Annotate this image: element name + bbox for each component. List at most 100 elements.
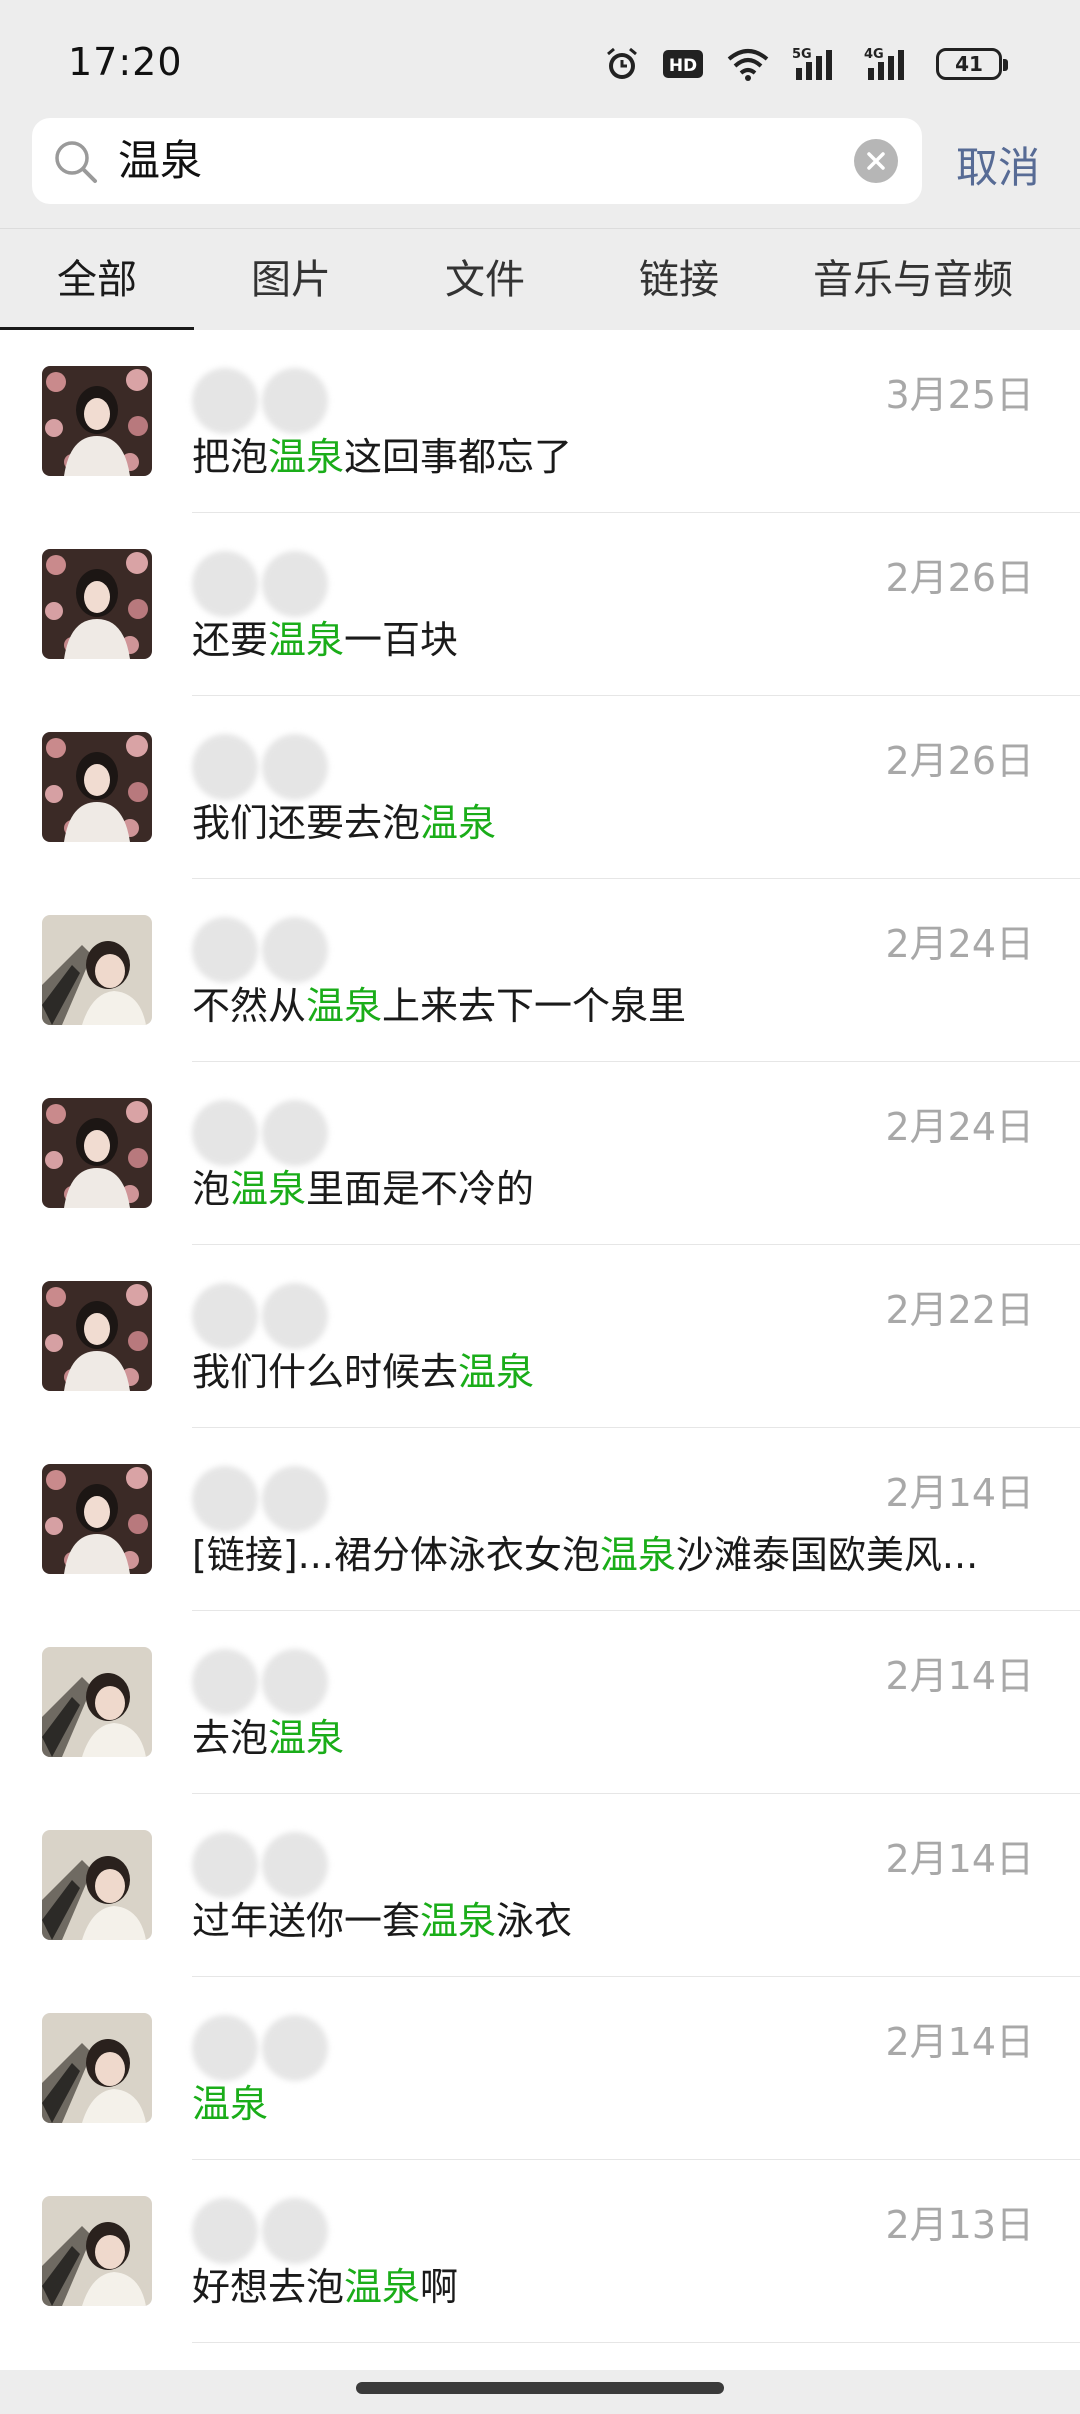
redaction-mark xyxy=(262,917,328,983)
message-text: 上来去下一个泉里 xyxy=(382,984,687,1028)
message-text: 我们什么时候去 xyxy=(192,1350,459,1394)
filter-tabs: 全部 图片 文件 链接 音乐与音频 xyxy=(0,228,1080,331)
keyword-highlight: 温泉 xyxy=(230,1167,307,1211)
tab-music-audio[interactable]: 音乐与音频 xyxy=(776,229,1050,331)
result-row[interactable]: 2月14日 去泡温泉 xyxy=(0,1611,1080,1794)
keyword-highlight: 温泉 xyxy=(420,1899,497,1943)
home-indicator[interactable] xyxy=(356,2382,724,2394)
result-row[interactable]: 2月14日 过年送你一套温泉泳衣 xyxy=(0,1794,1080,1977)
keyword-highlight: 温泉 xyxy=(306,984,383,1028)
tab-all[interactable]: 全部 xyxy=(0,229,194,331)
redaction-mark xyxy=(192,734,258,800)
svg-text:4G: 4G xyxy=(864,47,884,62)
message-text: 不然从 xyxy=(192,984,307,1028)
result-row[interactable]: 2月13日 好想去泡温泉啊 xyxy=(0,2160,1080,2343)
message-text: 里面是不冷的 xyxy=(306,1167,535,1211)
avatar[interactable] xyxy=(42,1830,152,1940)
avatar[interactable] xyxy=(42,732,152,842)
redaction-mark xyxy=(192,2015,258,2081)
result-row[interactable]: 2月22日我们什么时候去温泉 xyxy=(0,1245,1080,1428)
message-text: 还要 xyxy=(192,618,269,662)
result-row[interactable]: 2月26日 还要温泉一百块 xyxy=(0,513,1080,696)
battery-icon: 41 xyxy=(936,48,1008,80)
redaction-mark xyxy=(262,551,328,617)
keyword-highlight: 温泉 xyxy=(268,1716,345,1760)
redaction-mark xyxy=(262,734,328,800)
redaction-mark xyxy=(262,1100,328,1166)
message-text: 啊 xyxy=(420,2265,459,2309)
keyword-highlight: 温泉 xyxy=(599,1533,676,1577)
avatar[interactable] xyxy=(42,2013,152,2123)
search-input[interactable] xyxy=(118,118,838,204)
sender-name-redacted xyxy=(192,1464,552,1532)
signal-5g-icon: 5G xyxy=(792,46,842,82)
result-row[interactable]: 2月14日 温泉 xyxy=(0,1977,1080,2160)
redaction-mark xyxy=(262,2015,328,2081)
message-text: 一百块 xyxy=(344,618,459,662)
message-text: 过年送你一套 xyxy=(192,1899,421,1943)
keyword-highlight: 温泉 xyxy=(344,2265,421,2309)
search-bar: 取消 xyxy=(0,110,1080,228)
clear-search-button[interactable] xyxy=(854,139,898,183)
avatar[interactable] xyxy=(42,1281,152,1391)
battery-level: 41 xyxy=(955,52,983,76)
redaction-mark xyxy=(192,2198,258,2264)
message-date: 2月24日 xyxy=(885,922,1034,966)
sender-name-redacted xyxy=(192,1647,552,1715)
message-text: 泳衣 xyxy=(496,1899,573,1943)
redaction-mark xyxy=(192,1100,258,1166)
message-date: 2月26日 xyxy=(885,739,1034,783)
result-row[interactable]: 2月24日 泡温泉里面是不冷的 xyxy=(0,1062,1080,1245)
redaction-mark xyxy=(192,1832,258,1898)
message-date: 3月25日 xyxy=(885,373,1034,417)
close-icon xyxy=(867,152,885,170)
wifi-icon xyxy=(726,47,770,81)
avatar[interactable] xyxy=(42,366,152,476)
result-row[interactable]: 2月24日不然从温泉上来去下一个泉里 xyxy=(0,879,1080,1062)
message-snippet: 去泡温泉 xyxy=(192,1707,1042,1762)
message-snippet: 我们什么时候去温泉 xyxy=(192,1341,1042,1396)
status-time: 17:20 xyxy=(68,40,183,84)
message-snippet: 温泉 xyxy=(192,2073,1042,2128)
sender-name-redacted xyxy=(192,732,552,800)
tab-files[interactable]: 文件 xyxy=(388,229,582,331)
avatar[interactable] xyxy=(42,2196,152,2306)
keyword-highlight: 温泉 xyxy=(192,2082,269,2126)
search-box[interactable] xyxy=(32,118,922,204)
row-divider xyxy=(192,2342,1080,2343)
avatar[interactable] xyxy=(42,1098,152,1208)
tab-links[interactable]: 链接 xyxy=(582,229,776,331)
message-date: 2月26日 xyxy=(885,556,1034,600)
result-row[interactable]: 3月25日把泡温泉这回事都忘了 xyxy=(0,330,1080,513)
avatar[interactable] xyxy=(42,1647,152,1757)
svg-text:5G: 5G xyxy=(792,47,812,62)
redaction-mark xyxy=(262,1466,328,1532)
redaction-mark xyxy=(262,1283,328,1349)
message-date: 2月22日 xyxy=(885,1288,1034,1332)
avatar[interactable] xyxy=(42,1464,152,1574)
message-snippet: 好想去泡温泉啊 xyxy=(192,2256,1042,2311)
message-snippet: [链接]...裙分体泳衣女泡温泉沙滩泰国欧美风... xyxy=(192,1524,1042,1579)
message-snippet: 把泡温泉这回事都忘了 xyxy=(192,426,1042,481)
alarm-icon xyxy=(604,46,640,82)
signal-4g-icon: 4G xyxy=(864,46,914,82)
message-text: 把泡 xyxy=(192,435,269,479)
tab-images[interactable]: 图片 xyxy=(194,229,388,331)
sender-name-redacted xyxy=(192,549,552,617)
sender-name-redacted xyxy=(192,1281,552,1349)
avatar[interactable] xyxy=(42,915,152,1025)
keyword-highlight: 温泉 xyxy=(268,435,345,479)
message-text: 这回事都忘了 xyxy=(344,435,573,479)
redaction-mark xyxy=(192,1283,258,1349)
result-row[interactable]: 2月26日 我们还要去泡温泉 xyxy=(0,696,1080,879)
sender-name-redacted xyxy=(192,2196,552,2264)
result-row[interactable]: 2月14日 [链接]...裙分体泳衣女泡温泉沙滩泰国欧美风... xyxy=(0,1428,1080,1611)
message-date: 2月24日 xyxy=(885,1105,1034,1149)
redaction-mark xyxy=(192,368,258,434)
redaction-mark xyxy=(192,1649,258,1715)
bottom-bar xyxy=(0,2370,1080,2414)
message-text: 去泡 xyxy=(192,1716,269,1760)
cancel-button[interactable]: 取消 xyxy=(956,134,1040,195)
avatar[interactable] xyxy=(42,549,152,659)
sender-name-redacted xyxy=(192,1098,552,1166)
